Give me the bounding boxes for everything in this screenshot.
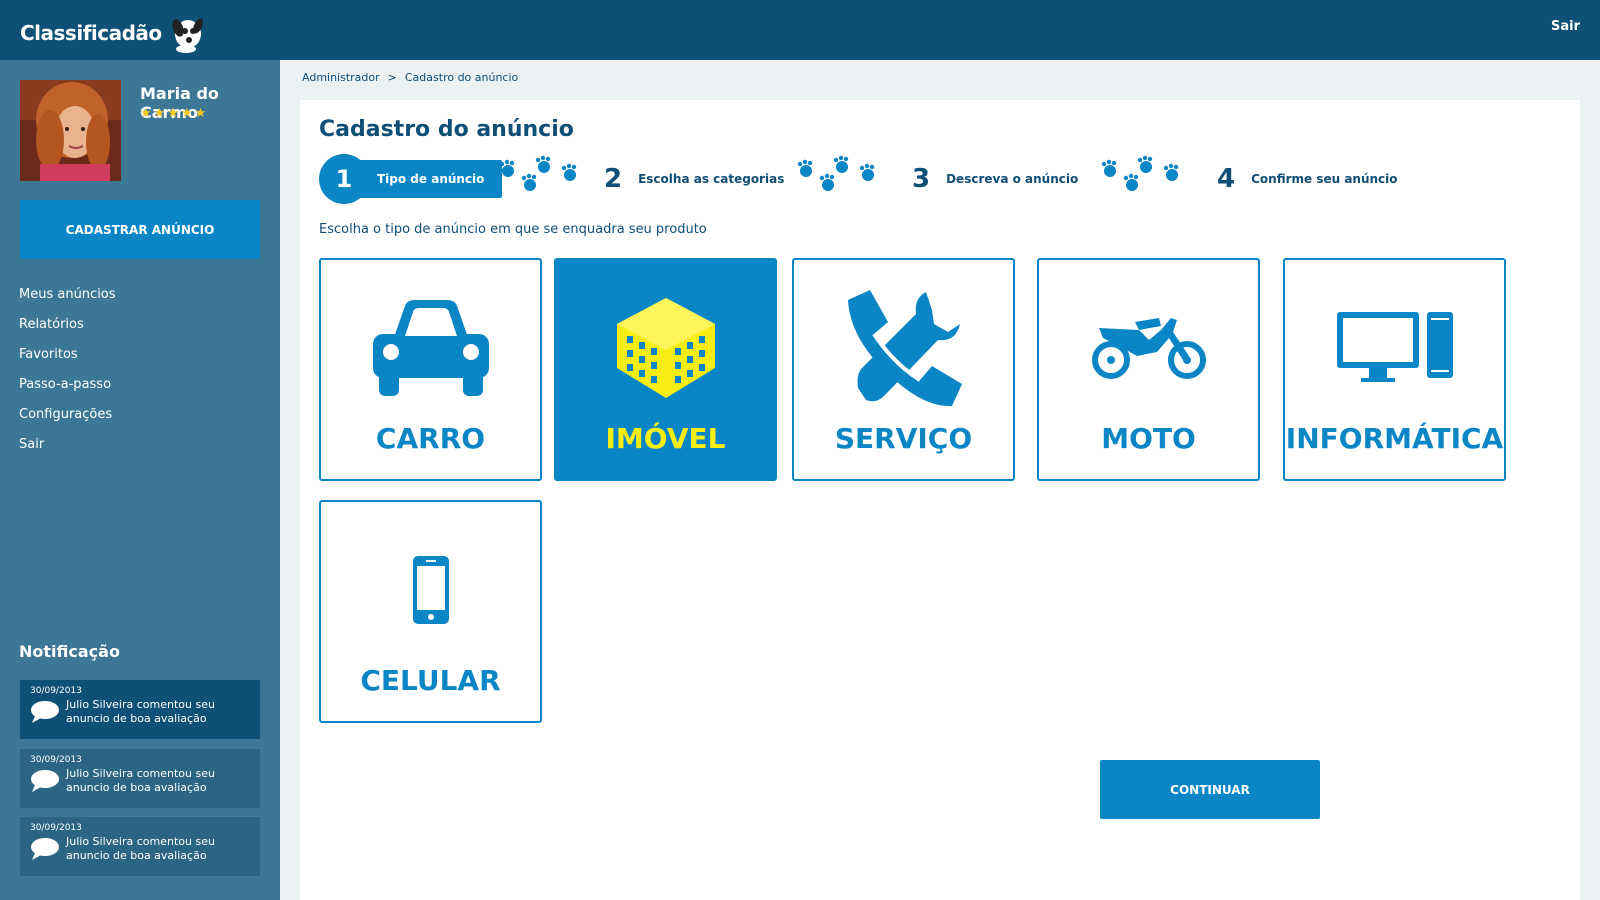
notification-item[interactable]: 30/09/2013 Julio Silveira comentou seu a… bbox=[20, 680, 260, 739]
sidebar-item-favorites[interactable]: Favoritos bbox=[19, 340, 116, 370]
logo[interactable]: Classificadão bbox=[20, 12, 206, 54]
computer-icon bbox=[1336, 312, 1453, 382]
step-label: Escolha as categorias bbox=[638, 172, 785, 186]
breadcrumb-separator: > bbox=[387, 71, 397, 84]
create-ad-button[interactable]: CADASTRAR ANÚNCIO bbox=[20, 200, 260, 259]
notification-text: Julio Silveira comentou seu anuncio de b… bbox=[66, 698, 215, 725]
building-icon bbox=[616, 298, 715, 398]
smartphone-icon bbox=[412, 556, 449, 624]
ad-type-service[interactable]: SERVIÇO bbox=[792, 258, 1015, 481]
step-2[interactable]: 2 Escolha as categorias bbox=[604, 154, 784, 204]
notification-item[interactable]: 30/09/2013 Julio Silveira comentou seu a… bbox=[20, 749, 260, 808]
step-number: 3 bbox=[912, 164, 931, 194]
step-number: 2 bbox=[604, 164, 623, 194]
avatar[interactable] bbox=[20, 80, 121, 181]
sidebar-menu: Meus anúncios Relatórios Favoritos Passo… bbox=[19, 280, 116, 460]
car-icon bbox=[372, 300, 489, 396]
step-label: Descreva o anúncio bbox=[946, 172, 1079, 186]
speech-bubble-icon bbox=[31, 770, 59, 792]
step-progress: 1 Tipo de anúncio 2 Escolha as categoria… bbox=[319, 152, 1539, 204]
ad-type-label: MOTO bbox=[1101, 422, 1196, 455]
sidebar-item-step-by-step[interactable]: Passo-a-passo bbox=[19, 370, 116, 400]
phone-wrench-icon bbox=[847, 290, 962, 407]
top-bar: Classificadão Sair bbox=[0, 0, 1600, 60]
logo-text: Classificadão bbox=[20, 21, 162, 45]
notifications-title: Notificação bbox=[19, 642, 120, 661]
main-panel: Cadastro do anúncio 1 Tipo de anúncio 2 … bbox=[300, 100, 1580, 900]
ad-type-cellphone[interactable]: CELULAR bbox=[319, 500, 542, 723]
ad-type-property[interactable]: IMÓVEL bbox=[554, 258, 777, 481]
speech-bubble-icon bbox=[31, 701, 59, 723]
paw-prints-icon bbox=[797, 155, 875, 191]
step-1[interactable]: 1 Tipo de anúncio bbox=[319, 154, 503, 204]
step-number: 1 bbox=[319, 154, 369, 204]
breadcrumb-item-current: Cadastro do anúncio bbox=[404, 71, 519, 84]
sidebar-item-logout[interactable]: Sair bbox=[19, 430, 116, 460]
step-label: Confirme seu anúncio bbox=[1251, 172, 1398, 186]
paw-prints-icon bbox=[1101, 155, 1179, 191]
instruction-text: Escolha o tipo de anúncio em que se enqu… bbox=[319, 222, 707, 237]
notification-date: 30/09/2013 bbox=[30, 755, 82, 765]
breadcrumb: Administrador > Cadastro do anúncio bbox=[302, 71, 518, 84]
logout-link[interactable]: Sair bbox=[1551, 19, 1580, 34]
notification-text: Julio Silveira comentou seu anuncio de b… bbox=[66, 835, 215, 862]
notification-date: 30/09/2013 bbox=[30, 686, 82, 696]
step-number: 4 bbox=[1217, 164, 1236, 194]
notification-item[interactable]: 30/09/2013 Julio Silveira comentou seu a… bbox=[20, 817, 260, 876]
sidebar-item-settings[interactable]: Configurações bbox=[19, 400, 116, 430]
breadcrumb-item-admin[interactable]: Administrador bbox=[302, 71, 380, 84]
rating-stars: ★★★★★ bbox=[140, 106, 209, 121]
dog-mascot-icon bbox=[172, 18, 203, 53]
ad-type-car[interactable]: CARRO bbox=[319, 258, 542, 481]
step-4[interactable]: 4 Confirme seu anúncio bbox=[1217, 154, 1398, 204]
page-title: Cadastro do anúncio bbox=[319, 117, 574, 142]
ad-type-label: CELULAR bbox=[360, 664, 501, 697]
ad-type-label: IMÓVEL bbox=[605, 422, 726, 455]
paw-prints-icon bbox=[499, 155, 577, 191]
sidebar-item-reports[interactable]: Relatórios bbox=[19, 310, 116, 340]
ad-type-computing[interactable]: INFORMÁTICA bbox=[1283, 258, 1506, 481]
ad-type-label: CARRO bbox=[375, 422, 486, 455]
ad-type-motorcycle[interactable]: MOTO bbox=[1037, 258, 1260, 481]
sidebar: Maria do Carmo ★★★★★ CADASTRAR ANÚNCIO M… bbox=[0, 60, 280, 900]
ad-type-label: INFORMÁTICA bbox=[1285, 422, 1504, 455]
step-3[interactable]: 3 Descreva o anúncio bbox=[912, 154, 1078, 204]
ad-type-label: SERVIÇO bbox=[834, 422, 973, 455]
sidebar-item-my-ads[interactable]: Meus anúncios bbox=[19, 280, 116, 310]
continue-button[interactable]: CONTINUAR bbox=[1100, 760, 1320, 819]
motorcycle-icon bbox=[1091, 318, 1206, 379]
notification-text: Julio Silveira comentou seu anuncio de b… bbox=[66, 767, 215, 794]
notification-date: 30/09/2013 bbox=[30, 823, 82, 833]
user-photo bbox=[20, 80, 121, 181]
speech-bubble-icon bbox=[31, 838, 59, 860]
